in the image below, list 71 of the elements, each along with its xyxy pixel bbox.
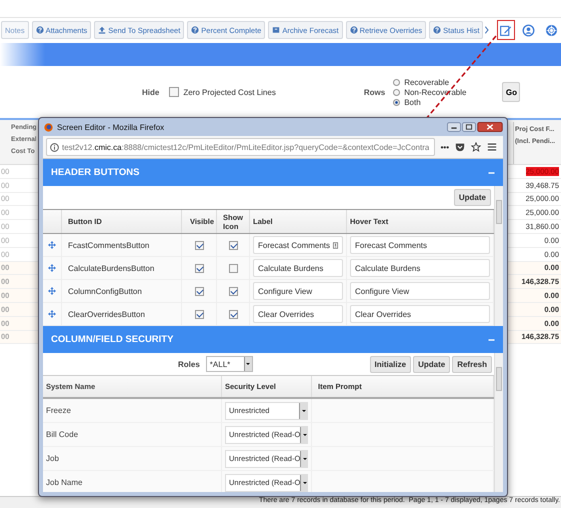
scrollbar[interactable] — [494, 353, 503, 492]
checkbox[interactable] — [228, 286, 238, 296]
roles-label: Roles — [178, 360, 200, 368]
info-icon — [50, 142, 59, 152]
update-button[interactable]: Update — [454, 189, 491, 206]
radio-button[interactable] — [393, 78, 400, 86]
checkbox-label: Zero Projected Cost Lines — [183, 88, 276, 96]
table-cell: Job Name — [43, 471, 222, 492]
input-field[interactable]: Calculate Burdens — [350, 259, 490, 277]
checkbox[interactable] — [194, 286, 204, 296]
edit-icon[interactable] — [499, 24, 512, 36]
checkbox[interactable] — [194, 310, 204, 318]
help-icon — [433, 26, 442, 34]
restore-icon[interactable] — [462, 122, 476, 132]
checkbox[interactable] — [228, 264, 238, 272]
toolbar-button[interactable]: Update — [413, 356, 450, 372]
star-icon[interactable] — [471, 142, 481, 152]
lifebuoy-icon[interactable] — [545, 24, 558, 36]
checkbox[interactable] — [228, 310, 238, 318]
scrollbar[interactable] — [494, 186, 503, 326]
pocket-icon[interactable] — [455, 142, 465, 152]
table-cell: Freeze — [43, 399, 222, 422]
radio-label: Recoverable — [404, 78, 450, 86]
archive-icon — [272, 26, 280, 34]
checkbox[interactable] — [194, 264, 204, 272]
table-cell: Job — [43, 447, 222, 470]
menu-icon[interactable] — [487, 142, 497, 152]
hide-label: Hide — [142, 88, 160, 96]
radio-label: Both — [404, 98, 421, 106]
drag-handle-icon[interactable] — [48, 310, 56, 318]
window-title: Screen Editor - Mozilla Firefox — [57, 122, 164, 132]
chevron-right-icon[interactable] — [484, 25, 490, 35]
input-field[interactable]: Forecast Comments — [253, 236, 343, 254]
toolbar-button[interactable]: Initialize — [370, 356, 412, 372]
checkbox[interactable] — [228, 240, 238, 250]
input-field[interactable]: Configure View — [350, 282, 490, 300]
input-field[interactable]: Clear Overrides — [350, 305, 490, 323]
go-button[interactable]: Go — [502, 82, 520, 102]
minimize-icon[interactable] — [447, 122, 461, 132]
table-cell: Bill Code — [43, 423, 222, 446]
address-bar[interactable]: test2v12.cmic.ca:8888/cmictest12c/PmLiteEditor/PmLiteEditor.jsp?queryCode=&contextCode=JcContra — [46, 138, 435, 156]
table-cell: ClearOverridesButton — [62, 303, 182, 325]
input-field[interactable]: Calculate Burdens — [253, 259, 343, 277]
table-cell: CalculateBurdensButton — [62, 257, 182, 279]
toolbar-button[interactable]: Refresh — [452, 356, 492, 372]
upload-icon — [98, 26, 106, 34]
radio-button[interactable] — [393, 88, 400, 96]
table-cell: ColumnConfigButton — [62, 280, 182, 302]
input-field[interactable]: Forecast Comments — [350, 236, 490, 254]
checkbox[interactable] — [194, 240, 204, 250]
radio-button[interactable] — [393, 98, 400, 106]
note-icon[interactable] — [333, 242, 338, 248]
radio-label: Non-Recoverable — [404, 88, 466, 96]
user-icon[interactable] — [522, 24, 536, 36]
table-cell: FcastCommentsButton — [62, 234, 182, 256]
help-icon — [36, 26, 44, 34]
close-icon[interactable] — [477, 122, 503, 132]
help-icon — [350, 26, 358, 34]
drag-handle-icon[interactable] — [48, 287, 56, 295]
more-button[interactable]: ••• — [440, 142, 449, 152]
browser-icon — [44, 122, 53, 132]
input-field[interactable]: Configure View — [253, 282, 343, 300]
help-icon — [191, 26, 200, 34]
section-title: COLUMN/FIELD SECURITY — [51, 334, 174, 345]
input-field[interactable]: Clear Overrides — [253, 305, 343, 323]
drag-handle-icon[interactable] — [48, 264, 56, 272]
drag-handle-icon[interactable] — [48, 241, 56, 249]
section-title: HEADER BUTTONS — [51, 167, 140, 178]
rows-label: Rows — [364, 88, 386, 96]
roles-dropdown[interactable]: *ALL* — [206, 356, 253, 372]
checkbox[interactable] — [169, 87, 180, 97]
